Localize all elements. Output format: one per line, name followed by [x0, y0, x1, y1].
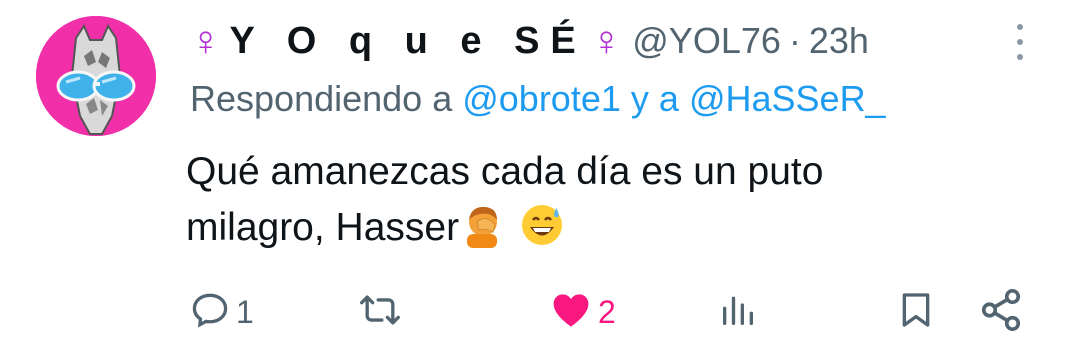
user-handle[interactable]: @YOL76 [632, 20, 781, 62]
reply-count: 1 [236, 293, 254, 330]
more-dot [1017, 54, 1023, 60]
mention-link-hasser[interactable]: @HaSSeR_ [689, 78, 886, 119]
tweet-header: ♀ Y O q u e SÉ ♀ @YOL76 · 23h [190, 16, 869, 66]
retweet-button[interactable] [356, 284, 404, 340]
separator-dot: · [788, 20, 801, 61]
tweet-action-bar: 1 2 [0, 284, 1080, 340]
replying-to: Respondiendo a @obrote1 y a @HaSSeR_ [190, 78, 886, 120]
share-button[interactable] [978, 284, 1024, 340]
mention-link-obrote1[interactable]: @obrote1 [462, 78, 621, 119]
replying-connector: y a [630, 78, 679, 119]
tweet-text-line-1: Qué amanezcas cada día es un puto [186, 150, 824, 193]
views-icon [718, 288, 758, 337]
more-vertical-icon[interactable] [1010, 20, 1030, 64]
venus-emoji-right: ♀ [590, 17, 623, 64]
views-button[interactable] [718, 284, 758, 340]
venus-emoji-left: ♀ [190, 17, 222, 64]
reply-icon [188, 288, 232, 337]
giraffe-with-sunglasses-avatar-icon [36, 16, 156, 136]
tweet-text: Qué amanezcas cada día es un puto milagr… [186, 144, 1026, 264]
like-count: 2 [598, 293, 616, 330]
retweet-icon [356, 288, 404, 337]
facepalm-emoji-icon [459, 202, 505, 264]
bookmark-button[interactable] [896, 284, 936, 340]
more-dot [1017, 39, 1023, 45]
timestamp[interactable]: 23h [809, 20, 869, 62]
share-icon [978, 287, 1024, 338]
avatar[interactable] [36, 16, 156, 136]
reply-button[interactable]: 1 [188, 284, 254, 340]
tweet-text-line-2-wrap: milagro, Hasser [186, 200, 1026, 264]
display-name[interactable]: Y O q u e SÉ [230, 20, 587, 63]
heart-filled-icon [548, 288, 594, 337]
like-button[interactable]: 2 [548, 284, 616, 340]
tweet-text-line-2: milagro, Hasser [186, 206, 460, 249]
replying-prefix: Respondiendo a [190, 78, 453, 119]
bookmark-icon [896, 287, 936, 338]
grinning-sweat-emoji-icon [519, 202, 565, 264]
more-dot [1017, 24, 1023, 30]
